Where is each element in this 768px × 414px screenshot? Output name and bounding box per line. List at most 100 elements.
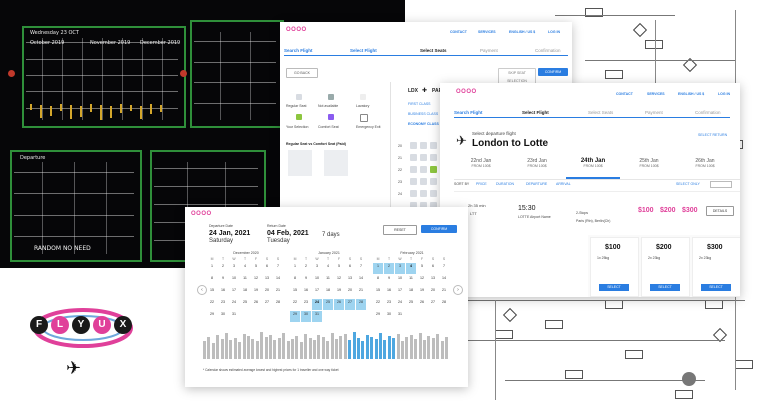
nav-services[interactable]: SERVICES [647,92,665,96]
calendar-day[interactable]: 12 [251,275,261,286]
calendar-day[interactable]: 20 [345,287,355,298]
calendar-day[interactable]: 31 [229,311,239,322]
calendar-day[interactable]: 25 [406,299,416,310]
calendar-day[interactable]: 14 [356,275,366,286]
calendar-day[interactable]: 17 [395,287,405,298]
calendar-day[interactable]: 14 [273,275,283,286]
calendar-day[interactable]: 17 [229,287,239,298]
calendar-day[interactable]: 2 [218,263,228,274]
calendar-day[interactable]: 18 [406,287,416,298]
calendar-day[interactable]: 18 [323,287,333,298]
confirm-button[interactable]: CONFIRM [538,68,568,76]
calendar-day[interactable]: 26 [417,299,427,310]
date-tab[interactable]: 23rd Jan FROM 100$ [510,155,564,177]
calendar-day[interactable]: 9 [301,275,311,286]
calendar-day[interactable]: 11 [406,275,416,286]
seat[interactable] [420,190,427,197]
sort-price[interactable]: PRICE [476,182,487,186]
calendar-day[interactable]: 4 [323,263,333,274]
return-date[interactable]: 04 Feb, 2021 [267,230,309,237]
calendar-day[interactable]: 1 [373,263,383,274]
seat[interactable] [420,142,427,149]
date-tab[interactable]: 22nd Jan FROM 100$ [454,155,508,177]
calendar-day[interactable]: 20 [262,287,272,298]
calendar-day[interactable]: 25 [240,299,250,310]
calendar-day[interactable]: 16 [384,287,394,298]
calendar-day[interactable]: 8 [207,275,217,286]
calendar-day[interactable]: 25 [323,299,333,310]
calendar-day[interactable]: 28 [356,299,366,310]
calendar-day[interactable]: 7 [356,263,366,274]
calendar-day[interactable]: 22 [290,299,300,310]
select-fare-button[interactable]: SELECT [701,284,731,291]
calendar-day[interactable]: 23 [301,299,311,310]
calendar-day[interactable]: 16 [218,287,228,298]
calendar-day[interactable]: 23 [384,299,394,310]
seat[interactable] [430,154,437,161]
calendar-day[interactable]: 15 [290,287,300,298]
step-search-flight[interactable]: Search Flight [454,110,483,115]
calendar-day[interactable]: 5 [417,263,427,274]
calendar-day[interactable]: 27 [262,299,272,310]
calendar-day[interactable]: 24 [229,299,239,310]
brand-logo[interactable]: OOOO [191,211,212,217]
calendar-day[interactable]: 3 [312,263,322,274]
go-back-button[interactable]: GO BACK [286,68,318,78]
nav-login[interactable]: LOG IN [718,92,730,96]
calendar-day[interactable]: 2 [301,263,311,274]
calendar-day[interactable]: 19 [251,287,261,298]
next-month-arrow-icon[interactable]: › [453,285,463,295]
calendar-day[interactable]: 13 [428,275,438,286]
sort-departure[interactable]: DEPARTURE [526,182,547,186]
nav-contact[interactable]: CONTACT [450,30,467,34]
seat[interactable] [410,178,417,185]
calendar-day[interactable]: 11 [240,275,250,286]
calendar-day[interactable]: 5 [251,263,261,274]
calendar-day[interactable]: 13 [345,275,355,286]
calendar-day[interactable]: 10 [395,275,405,286]
calendar-day[interactable]: 17 [312,287,322,298]
calendar-day[interactable]: 13 [262,275,272,286]
calendar-day[interactable]: 10 [312,275,322,286]
date-tab[interactable]: 25th Jan FROM 100$ [622,155,676,177]
calendar-day[interactable]: 3 [395,263,405,274]
select-return-link[interactable]: SELECT RETURN [698,133,727,137]
calendar-day[interactable]: 15 [373,287,383,298]
calendar-day[interactable]: 6 [345,263,355,274]
seat[interactable] [420,166,427,173]
calendar-day[interactable]: 10 [229,275,239,286]
sort-duration[interactable]: DURATION [496,182,514,186]
calendar-day[interactable]: 7 [273,263,283,274]
step-select-seats[interactable]: Select Seats [420,48,447,53]
class-first[interactable]: FIRST CLASS [408,102,431,106]
calendar-day[interactable]: 3 [229,263,239,274]
class-economy[interactable]: ECONOMY CLASS [408,122,439,126]
calendar-day[interactable]: 29 [290,311,300,322]
calendar-day[interactable]: 9 [384,275,394,286]
seat[interactable] [420,154,427,161]
calendar-day[interactable]: 22 [373,299,383,310]
calendar-day[interactable]: 19 [334,287,344,298]
seat[interactable] [430,178,437,185]
calendar-day[interactable]: 4 [406,263,416,274]
calendar-day[interactable]: 21 [356,287,366,298]
date-tab[interactable]: 24th Jan FROM 100$ [566,155,620,179]
seat[interactable] [430,190,437,197]
seat[interactable] [420,178,427,185]
calendar-day[interactable]: 26 [251,299,261,310]
calendar-day[interactable]: 1 [290,263,300,274]
seat[interactable] [430,142,437,149]
prev-month-arrow-icon[interactable]: ‹ [197,285,207,295]
calendar-day[interactable]: 23 [218,299,228,310]
date-tab[interactable]: 26th Jan FROM 100$ [678,155,732,177]
calendar-day[interactable]: 8 [290,275,300,286]
calendar-day[interactable]: 30 [384,311,394,322]
calendar-day[interactable]: 29 [207,311,217,322]
calendar-day[interactable]: 8 [373,275,383,286]
nav-language[interactable]: ENGLISH / US $ [678,92,704,96]
calendar-day[interactable]: 24 [395,299,405,310]
step-search-flight[interactable]: Search Flight [284,48,313,53]
calendar-day[interactable]: 21 [439,287,449,298]
calendar-day[interactable]: 31 [312,311,322,322]
calendar-day[interactable]: 6 [428,263,438,274]
